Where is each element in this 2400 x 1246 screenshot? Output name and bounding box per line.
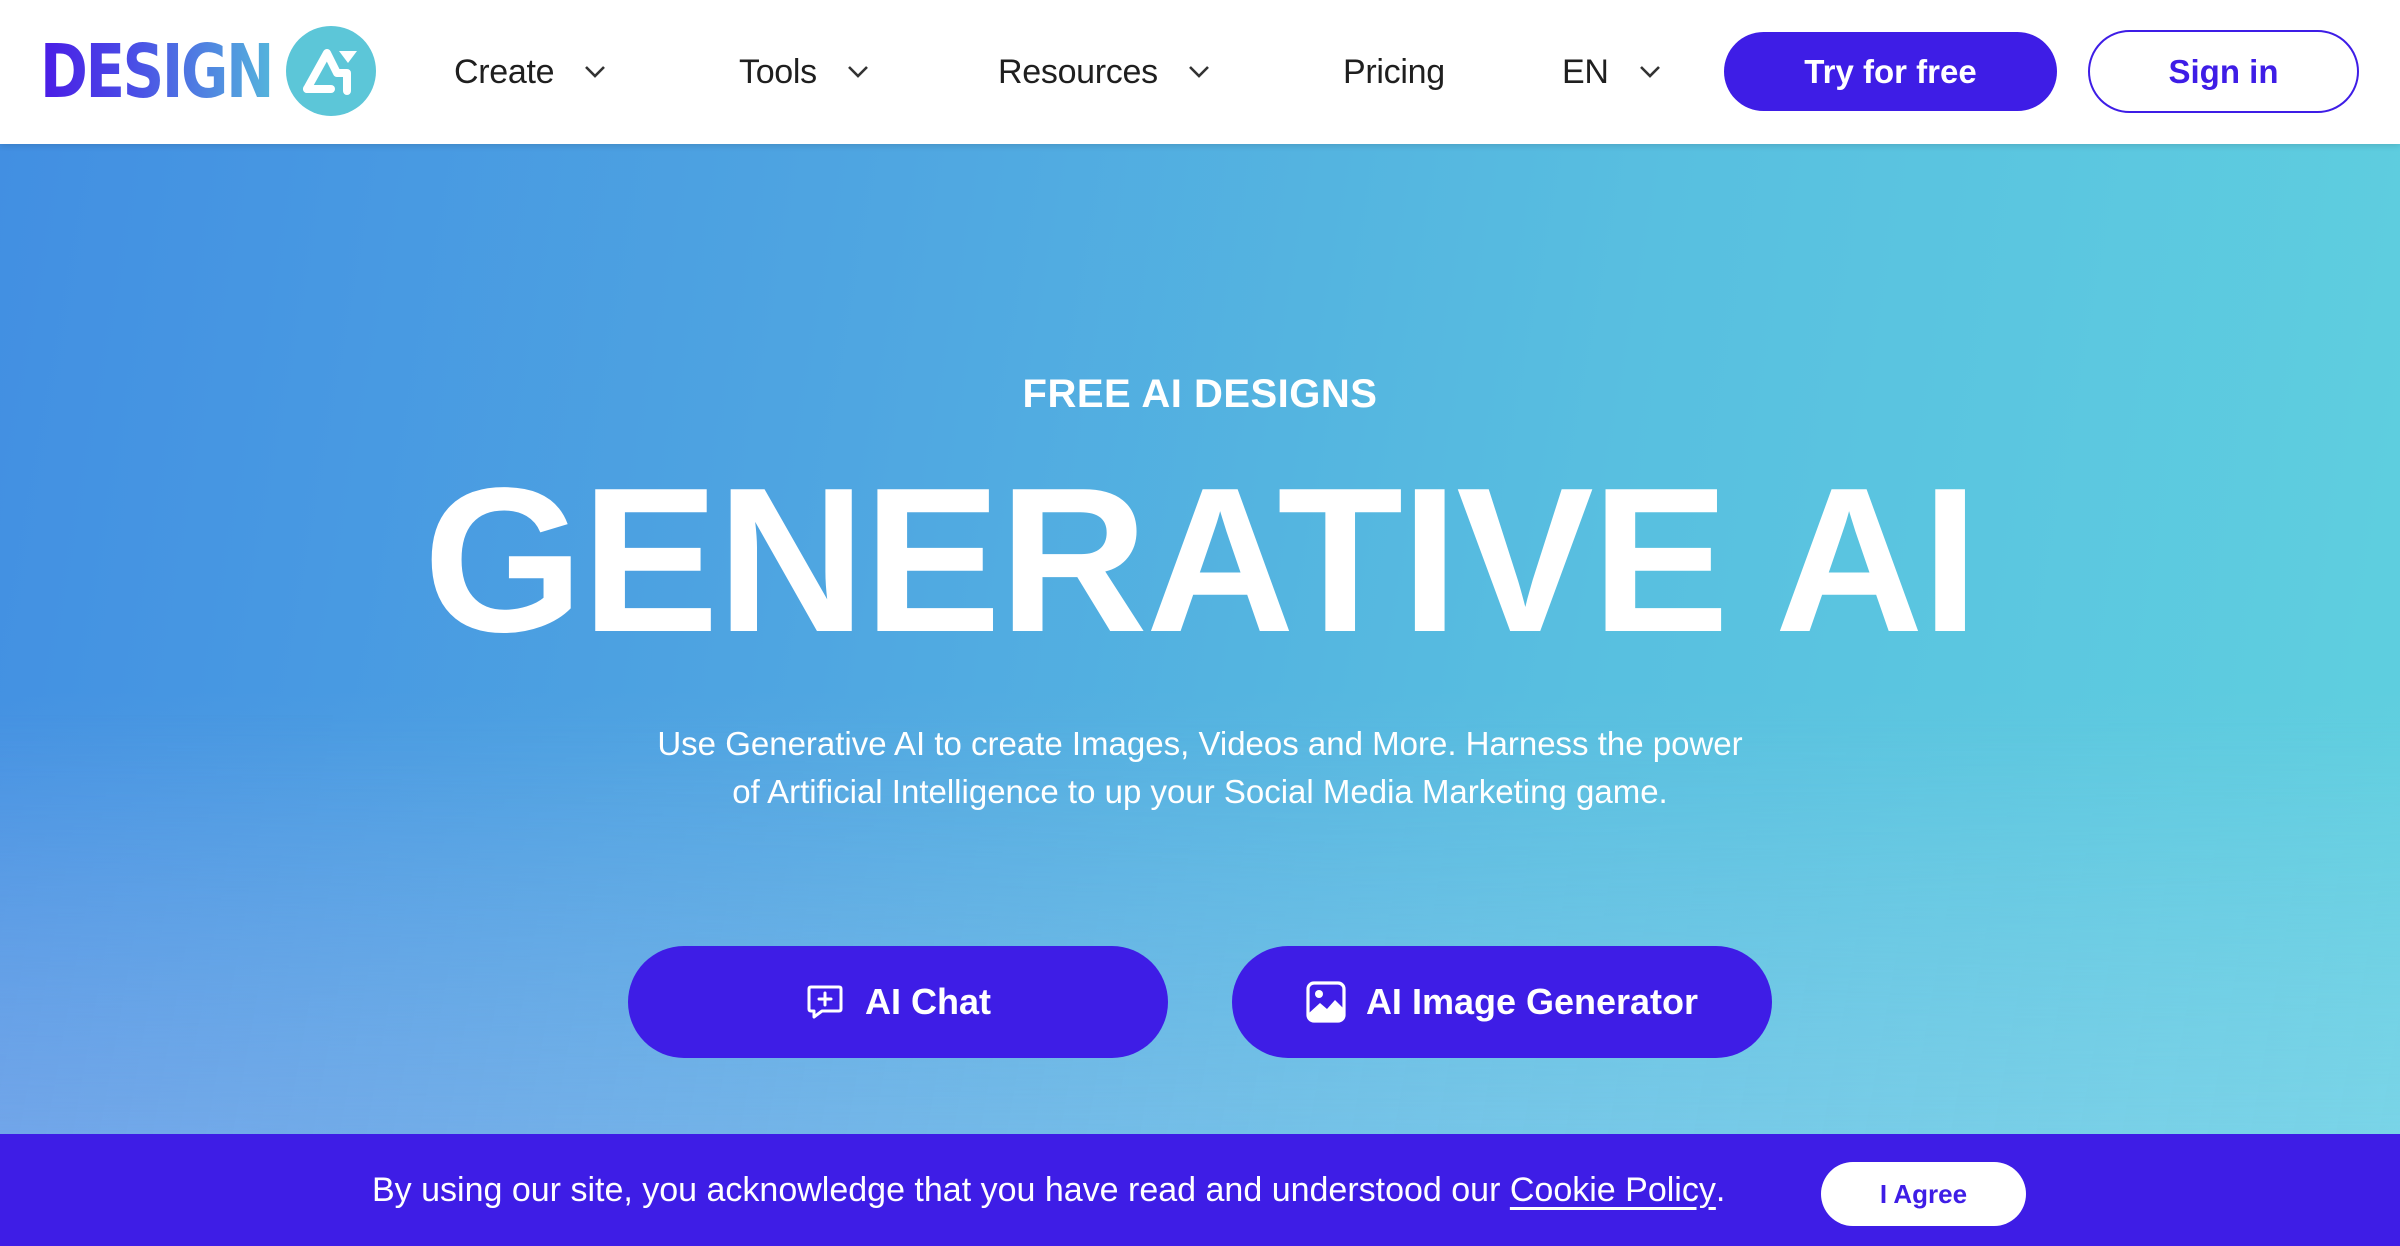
nav-pricing[interactable]: Pricing (1343, 44, 1445, 100)
ai-chat-button[interactable]: AI Chat (628, 946, 1168, 1058)
hero-section: FREE AI DESIGNS GENERATIVE AI Use Genera… (0, 144, 2400, 1134)
sign-in-button[interactable]: Sign in (2088, 30, 2359, 113)
chevron-down-icon (585, 66, 606, 78)
chevron-down-icon (847, 66, 868, 78)
chevron-down-icon (1188, 66, 1209, 78)
try-for-free-button[interactable]: Try for free (1724, 32, 2057, 111)
cookie-banner: By using our site, you acknowledge that … (0, 1134, 2400, 1246)
language-selector[interactable]: EN (1562, 44, 1661, 100)
nav-tools[interactable]: Tools (739, 44, 869, 100)
chevron-down-icon (1639, 66, 1660, 78)
nav-tools-label: Tools (739, 52, 817, 91)
logo[interactable]: DESIGNS. (40, 26, 376, 118)
site-header: DESIGNS. Create Tools Resources Pricing … (0, 0, 2400, 144)
nav-resources-label: Resources (998, 52, 1158, 91)
ai-image-generator-button[interactable]: AI Image Generator (1232, 946, 1772, 1058)
hero-title: GENERATIVE AI (423, 445, 1979, 675)
i-agree-button[interactable]: I Agree (1821, 1162, 2026, 1226)
chat-plus-icon (807, 985, 843, 1019)
logo-wordmark: DESIGNS. (40, 29, 333, 115)
hero-subtitle: Use Generative AI to create Images, Vide… (600, 720, 1800, 816)
cookie-policy-link[interactable]: Cookie Policy (1510, 1171, 1716, 1210)
cookie-message-period: . (1715, 1170, 1726, 1209)
language-label: EN (1562, 52, 1609, 91)
nav-resources[interactable]: Resources (998, 44, 1210, 100)
nav-create[interactable]: Create (454, 44, 606, 100)
nav-create-label: Create (454, 52, 555, 91)
hero-subtitle-line-2: of Artificial Intelligence to up your So… (732, 773, 1668, 810)
cookie-message: By using our site, you acknowledge that … (372, 1134, 1725, 1246)
hero-subtitle-line-1: Use Generative AI to create Images, Vide… (657, 725, 1743, 762)
ai-logo-icon (286, 26, 376, 116)
cookie-message-text: By using our site, you acknowledge that … (372, 1170, 1510, 1209)
ai-chat-label: AI Chat (865, 981, 991, 1022)
nav-pricing-label: Pricing (1343, 52, 1445, 91)
hero-eyebrow: FREE AI DESIGNS (1022, 372, 1378, 416)
ai-image-generator-label: AI Image Generator (1365, 981, 1699, 1022)
image-icon (1306, 981, 1346, 1023)
